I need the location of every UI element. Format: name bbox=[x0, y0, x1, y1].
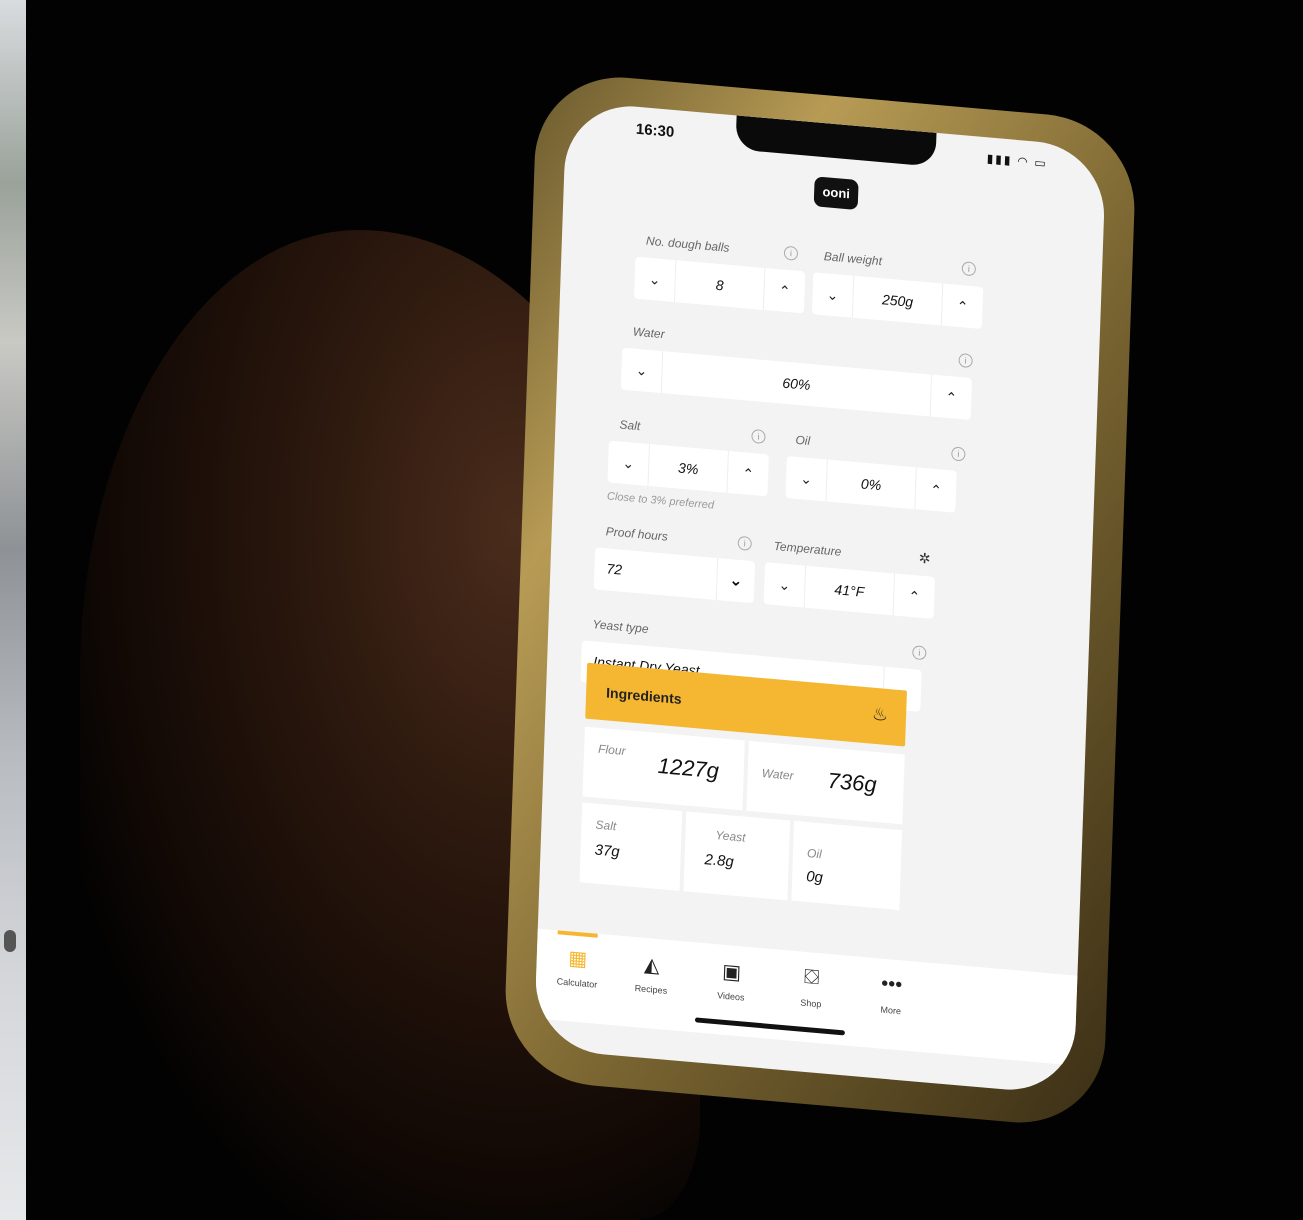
proof-hours-value: 72 bbox=[606, 560, 623, 578]
tab-shop[interactable]: ⛋ Shop bbox=[776, 963, 847, 1011]
pizza-icon: ◭ bbox=[643, 953, 660, 978]
oil-ingredient-label: Oil bbox=[806, 846, 822, 862]
oil-ingredient-value: 0g bbox=[805, 867, 824, 887]
ball-weight-stepper: ⌄ 250g ⌃ bbox=[811, 272, 984, 329]
salt-label: Salt bbox=[619, 417, 641, 434]
info-icon[interactable]: i bbox=[751, 428, 766, 445]
increment-button[interactable]: ⌃ bbox=[942, 284, 983, 329]
increment-button[interactable]: ⌃ bbox=[764, 268, 805, 313]
background-knob bbox=[4, 930, 16, 952]
phone: 16:30 ▮▮▮ ◠ ▭ ooni No. dough balls i ⌄ 8… bbox=[502, 70, 1138, 1130]
yeast-ingredient-value: 2.8g bbox=[704, 851, 735, 871]
salt-card: Salt 37g bbox=[579, 802, 683, 891]
oil-stepper: ⌄ 0% ⌃ bbox=[785, 456, 957, 513]
increment-button[interactable]: ⌃ bbox=[894, 574, 935, 619]
proof-hours-select[interactable]: 72 ⌄ bbox=[593, 547, 756, 604]
temperature-label: Temperature bbox=[773, 538, 842, 559]
status-icons: ▮▮▮ ◠ ▭ bbox=[986, 151, 1048, 171]
increment-button[interactable]: ⌃ bbox=[915, 467, 956, 512]
chevron-down-icon: ⌄ bbox=[715, 557, 756, 604]
more-icon: ••• bbox=[880, 972, 903, 997]
tab-videos[interactable]: ▣ Videos bbox=[696, 957, 767, 1005]
flour-value: 1227g bbox=[657, 752, 720, 784]
decrement-button[interactable]: ⌄ bbox=[621, 348, 662, 393]
info-icon[interactable]: i bbox=[737, 535, 752, 551]
info-icon[interactable]: i bbox=[958, 352, 973, 369]
tab-label: More bbox=[880, 1004, 902, 1017]
decrement-button[interactable]: ⌄ bbox=[812, 272, 853, 317]
background-edge bbox=[0, 0, 26, 1220]
dough-balls-label: No. dough balls bbox=[645, 233, 730, 255]
flour-label: Flour bbox=[597, 741, 626, 759]
tab-label: Recipes bbox=[634, 983, 668, 996]
ingredients-title: Ingredients bbox=[605, 684, 682, 707]
water-value[interactable]: 60% bbox=[660, 351, 933, 417]
yeast-type-label: Yeast type bbox=[592, 617, 649, 637]
tab-more[interactable]: ••• More bbox=[856, 970, 927, 1018]
salt-ingredient-value: 37g bbox=[594, 841, 620, 861]
ooni-logo: ooni bbox=[813, 176, 859, 211]
water-label: Water bbox=[632, 324, 665, 342]
info-icon[interactable]: i bbox=[961, 261, 977, 277]
tab-label: Shop bbox=[800, 997, 822, 1010]
decrement-button[interactable]: ⌄ bbox=[634, 257, 675, 302]
tab-bar: ▦ Calculator ◭ Recipes ▣ Videos ⛋ Shop •… bbox=[534, 928, 1078, 1066]
tab-recipes[interactable]: ◭ Recipes bbox=[616, 950, 687, 998]
info-icon[interactable]: i bbox=[783, 245, 799, 261]
water-ingredient-value: 736g bbox=[827, 767, 878, 798]
temperature-value[interactable]: 41°F bbox=[803, 565, 896, 616]
dough-balls-stepper: ⌄ 8 ⌃ bbox=[633, 256, 806, 314]
tab-label: Calculator bbox=[556, 976, 598, 990]
water-stepper: ⌄ 60% ⌃ bbox=[620, 347, 973, 421]
flour-card: Flour 1227g bbox=[582, 726, 745, 811]
basket-icon: ⛋ bbox=[803, 965, 820, 990]
salt-hint: Close to 3% preferred bbox=[606, 490, 715, 512]
tv-icon: ▣ bbox=[721, 960, 742, 985]
oil-label: Oil bbox=[795, 432, 811, 449]
oil-card: Oil 0g bbox=[791, 820, 903, 911]
salt-stepper: ⌄ 3% ⌃ bbox=[607, 440, 769, 497]
salt-ingredient-label: Salt bbox=[595, 817, 617, 834]
salt-value[interactable]: 3% bbox=[647, 443, 729, 493]
status-time: 16:30 bbox=[635, 120, 675, 141]
water-card: Water 736g bbox=[746, 740, 905, 825]
pot-icon[interactable]: ♨ bbox=[872, 704, 889, 726]
increment-button[interactable]: ⌃ bbox=[727, 451, 768, 496]
ball-weight-value[interactable]: 250g bbox=[851, 275, 944, 326]
increment-button[interactable]: ⌃ bbox=[931, 375, 972, 420]
proof-hours-label: Proof hours bbox=[605, 524, 669, 544]
yeast-ingredient-label: Yeast bbox=[715, 828, 746, 845]
yeast-card: Yeast 2.8g bbox=[683, 811, 791, 901]
ball-weight-label: Ball weight bbox=[823, 249, 883, 269]
gear-icon[interactable]: ✲ bbox=[917, 550, 931, 567]
decrement-button[interactable]: ⌄ bbox=[764, 562, 805, 607]
decrement-button[interactable]: ⌄ bbox=[785, 456, 826, 501]
oil-value[interactable]: 0% bbox=[825, 459, 917, 510]
info-icon[interactable]: i bbox=[912, 645, 927, 661]
active-tab-indicator bbox=[557, 930, 598, 938]
dough-balls-value[interactable]: 8 bbox=[673, 260, 766, 310]
tab-calculator[interactable]: ▦ Calculator bbox=[542, 943, 613, 991]
calculator-icon: ▦ bbox=[567, 947, 588, 971]
phone-screen: 16:30 ▮▮▮ ◠ ▭ ooni No. dough balls i ⌄ 8… bbox=[533, 100, 1107, 1096]
info-icon[interactable]: i bbox=[951, 446, 966, 462]
decrement-button[interactable]: ⌄ bbox=[608, 440, 649, 485]
water-ingredient-label: Water bbox=[761, 766, 794, 783]
tab-label: Videos bbox=[717, 990, 745, 1003]
temperature-stepper: ⌄ 41°F ⌃ bbox=[763, 562, 936, 619]
